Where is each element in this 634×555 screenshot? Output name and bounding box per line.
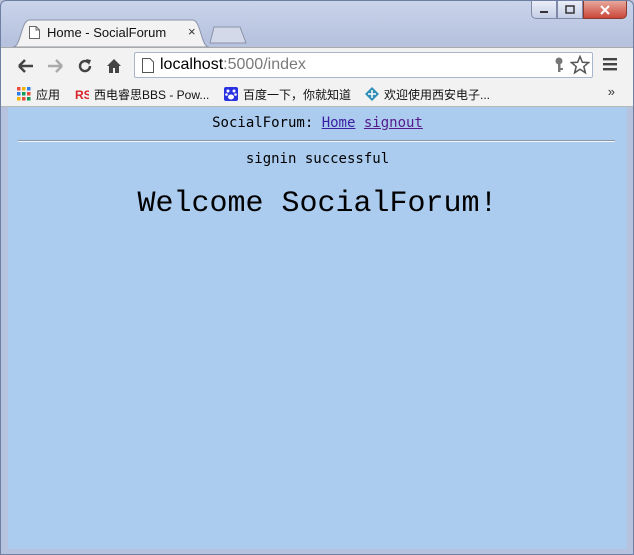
reload-button[interactable] (75, 56, 95, 76)
page-favicon-icon (29, 26, 40, 39)
window-controls (531, 1, 627, 21)
xidian-logo-icon (365, 87, 379, 101)
home-button[interactable] (104, 56, 124, 76)
rs-logo-icon: RS (75, 88, 89, 101)
svg-text:RS: RS (75, 88, 89, 101)
flash-message: signin successful (245, 151, 390, 167)
home-icon (107, 59, 121, 73)
tab-close-icon[interactable]: × (188, 24, 196, 39)
site-nav: SocialForum: Home signout (8, 115, 627, 131)
bookmark-apps[interactable]: 应用 (17, 85, 60, 103)
back-arrow-icon (18, 59, 33, 73)
minimize-icon (540, 10, 548, 13)
baidu-paw-icon (224, 87, 238, 101)
bookmark-label: 西电睿思BBS - Pow... (94, 87, 210, 102)
page-heading: Welcome SocialForum! (137, 187, 498, 221)
close-window-button[interactable] (583, 1, 627, 19)
tab-home[interactable]: Home - SocialForum × (13, 19, 209, 47)
bookmark-star-icon[interactable] (570, 55, 590, 75)
bookmark-label: 欢迎使用西安电子... (384, 87, 491, 102)
forward-button[interactable] (45, 56, 65, 76)
apps-grid-icon (17, 87, 31, 101)
divider (18, 140, 615, 142)
title-bar: Home - SocialForum × (1, 1, 633, 47)
back-button[interactable] (16, 56, 36, 76)
new-tab-button[interactable] (209, 26, 247, 44)
bookmarks-overflow-icon[interactable]: » (608, 84, 615, 99)
bookmark-xidian[interactable]: 欢迎使用西安电子... (365, 85, 490, 103)
close-icon (600, 4, 610, 15)
url-text[interactable]: localhost:5000/index (160, 56, 306, 74)
bookmark-rs-bbs[interactable]: RS 西电睿思BBS - Pow... (75, 85, 209, 103)
menu-icon[interactable] (603, 57, 617, 71)
bookmark-label: 百度一下，你就知道 (243, 87, 352, 102)
page-viewport: SocialForum: Home signout signin success… (8, 107, 627, 549)
minimize-button[interactable] (531, 1, 557, 19)
maximize-button[interactable] (557, 1, 583, 19)
address-bar[interactable]: localhost:5000/index (134, 52, 593, 78)
url-host: localhost (160, 56, 224, 73)
maximize-icon (565, 4, 575, 14)
nav-home-link[interactable]: Home (322, 115, 356, 131)
browser-window: Home - SocialForum × localhost:5000/inde… (0, 0, 634, 555)
bookmarks-bar: 应用 RS 西电睿思BBS - Pow... 百度一下，你就知道 欢迎使用西安电… (1, 82, 633, 107)
browser-toolbar: localhost:5000/index (1, 47, 633, 83)
url-path: :5000/index (223, 56, 306, 73)
key-icon[interactable] (553, 57, 565, 73)
bookmark-baidu[interactable]: 百度一下，你就知道 (224, 85, 351, 103)
bookmark-label: 应用 (36, 87, 61, 102)
tab-title: Home - SocialForum (47, 25, 167, 40)
page-icon (142, 58, 154, 73)
reload-icon (78, 59, 92, 73)
site-brand: SocialForum: (212, 115, 314, 131)
forward-arrow-icon (48, 59, 63, 73)
nav-signout-link[interactable]: signout (364, 115, 423, 131)
